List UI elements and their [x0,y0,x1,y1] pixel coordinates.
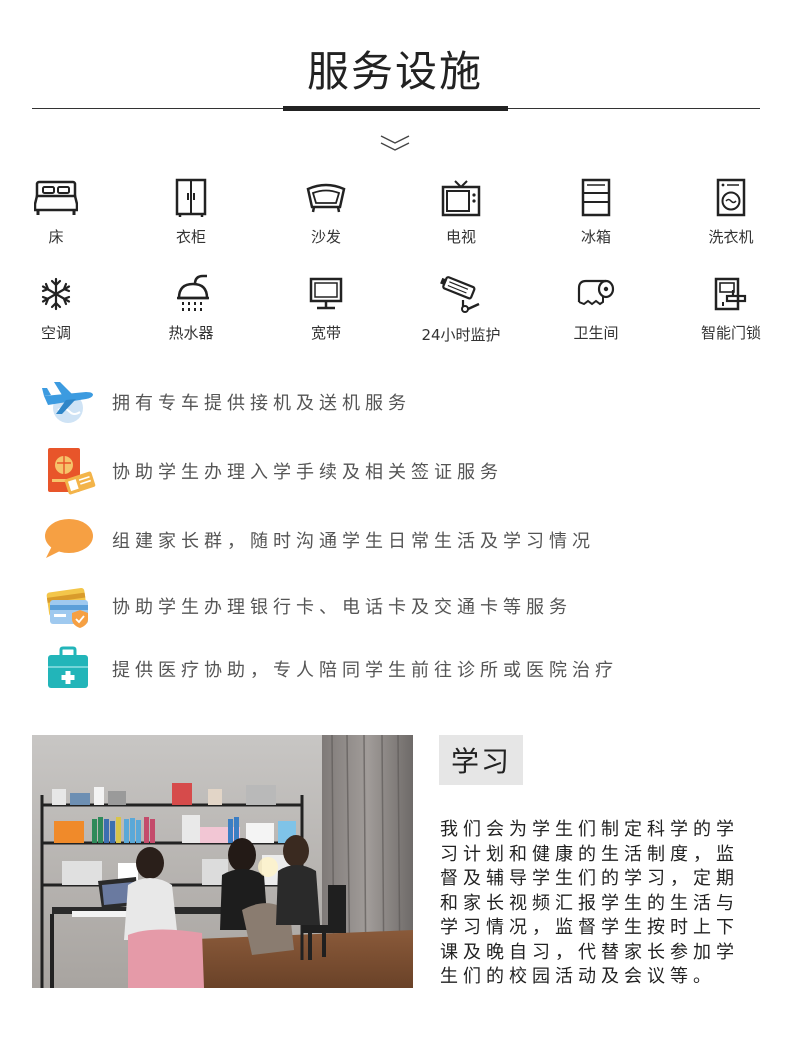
cctv-camera-icon [440,276,480,313]
icon-wrapper [276,272,376,316]
amenity-label: 冰箱 [580,228,611,246]
service-text: 拥有专车提供接机及送机服务 [112,393,411,414]
icon-wrapper [141,176,241,220]
icon-wrapper [411,176,511,220]
icon-wrapper [40,582,96,630]
amenity-label: 衣柜 [175,228,206,246]
airplane-icon [42,382,93,423]
service-enrollment-visa: 协助学生办理入学手续及相关签证服务 [40,447,503,495]
amenity-label: 洗衣机 [708,228,754,246]
washing-machine-icon [716,178,746,217]
icon-wrapper [546,272,646,316]
amenity-label: 智能门锁 [700,324,761,342]
icon-wrapper [276,176,376,220]
service-airport-pickup: 拥有专车提供接机及送机服务 [40,378,411,426]
service-text: 提供医疗协助，专人陪同学生前往诊所或医院治疗 [112,660,618,681]
icon-wrapper [40,378,96,426]
icon-wrapper [40,645,96,693]
amenity-label: 宽带 [310,324,341,342]
page-title: 服务设施 [306,47,483,96]
amenity-smart-lock: 智能门锁 [681,272,781,343]
bank-card-icon [46,588,88,628]
icon-wrapper [681,272,781,316]
sofa-icon [306,183,346,213]
amenity-fridge: 冰箱 [546,176,646,247]
service-parent-group: 组建家长群，随时沟通学生日常生活及学习情况 [40,516,595,564]
amenity-sofa: 沙发 [276,176,376,247]
fridge-icon [581,178,611,217]
amenity-label: 24小时监护 [421,326,501,344]
chat-bubble-icon [45,519,93,558]
amenity-label: 热水器 [168,324,214,342]
service-text: 组建家长群，随时沟通学生日常生活及学习情况 [112,531,595,552]
monitor-icon [309,277,343,310]
study-heading: 学习 [439,735,523,785]
amenity-monitoring: 24小时监护 [411,272,511,345]
amenity-air-conditioner: 空调 [6,272,106,343]
shower-icon [177,274,209,311]
air-conditioner-icon [41,277,71,311]
amenity-label: 沙发 [310,228,341,246]
medical-kit-icon [48,646,88,688]
amenity-tv: 电视 [411,176,511,247]
amenity-bathroom: 卫生间 [546,272,646,343]
smart-lock-icon [714,277,747,311]
amenity-label: 空调 [40,324,71,342]
amenity-label: 床 [48,228,64,246]
amenity-broadband: 宽带 [276,272,376,343]
icon-wrapper [40,447,96,495]
icon-wrapper [40,516,96,564]
amenity-washing-machine: 洗衣机 [681,176,781,247]
study-room-photo [32,735,413,988]
double-chevron-down-icon [380,135,410,151]
study-description: 我们会为学生们制定科学的学习计划和健康的生活制度，监督及辅导学生们的学习，定期和… [440,819,739,987]
tv-icon [441,180,481,217]
icon-wrapper [141,272,241,316]
amenity-wardrobe: 衣柜 [141,176,241,247]
toilet-paper-icon [577,279,615,306]
wardrobe-icon [175,178,207,217]
icon-wrapper [6,272,106,316]
amenity-label: 电视 [445,228,476,246]
icon-wrapper [546,176,646,220]
icon-wrapper [6,176,106,220]
title-underline-bar [283,106,508,111]
service-bank-card: 协助学生办理银行卡、电话卡及交通卡等服务 [40,582,572,630]
amenity-label: 卫生间 [573,324,619,342]
service-text: 协助学生办理银行卡、电话卡及交通卡等服务 [112,597,572,618]
service-text: 协助学生办理入学手续及相关签证服务 [112,462,503,483]
amenity-water-heater: 热水器 [141,272,241,343]
icon-wrapper [411,272,511,316]
icon-wrapper [681,176,781,220]
service-medical: 提供医疗协助，专人陪同学生前往诊所或医院治疗 [40,645,618,693]
bed-icon [34,180,78,215]
passport-icon [48,448,96,495]
amenity-bed: 床 [6,176,106,247]
